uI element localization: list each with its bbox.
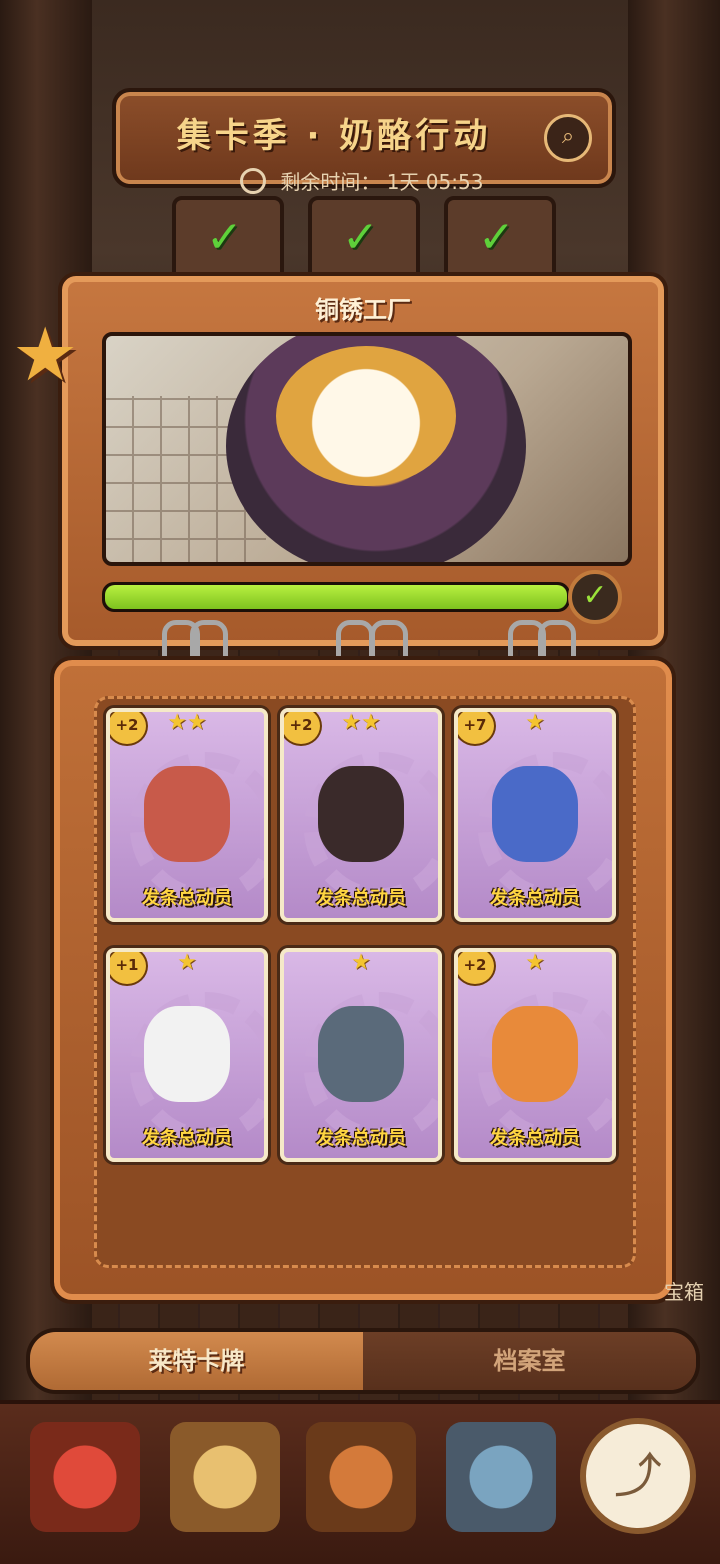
tab-archive[interactable]: 档案室 [363,1332,696,1390]
collect-card[interactable]: ★ +2 发条总动员 [454,948,616,1162]
share-icon[interactable]: ⤴ [580,1418,696,1534]
card-duplicate-badge: +1 [110,952,148,986]
star-icon: ★ [12,312,79,398]
card-duplicate-badge: +2 [110,712,148,746]
side-label[interactable]: 宝箱 [664,1276,704,1305]
nav-item-4[interactable] [446,1422,556,1532]
card-name: 发条总动员 [490,1128,580,1149]
check-icon: ✓ [206,212,243,263]
card-stars: ★ [351,950,371,975]
page-title: 集卡季 · 奶酪行动 [176,116,492,156]
card-character-art [492,1006,578,1102]
card-character-art [492,766,578,862]
card-name: 发条总动员 [316,1128,406,1149]
character-face [276,346,456,486]
card-name: 发条总动员 [490,888,580,909]
complete-check-icon[interactable]: ✓ [568,570,622,624]
search-icon[interactable]: ⌕ [544,114,592,162]
nav-item-3[interactable] [306,1422,416,1532]
timer-label: 剩余时间： [280,170,381,194]
card-duplicate-badge: +2 [458,952,496,986]
card-character-art [318,1006,404,1102]
nav-item-1[interactable] [30,1422,140,1532]
card-duplicate-badge: +7 [458,712,496,746]
collect-card[interactable]: ★ +7 发条总动员 [454,708,616,922]
album-progress-fill [105,585,567,609]
card-name: 发条总动员 [142,1128,232,1149]
collect-card[interactable]: ★ 发条总动员 [280,948,442,1162]
clock-icon [240,168,266,194]
nav-item-2[interactable] [170,1422,280,1532]
tab-bar: 莱特卡牌 档案室 [26,1328,700,1394]
card-character-art [318,766,404,862]
card-character-art [144,1006,230,1102]
collect-card[interactable]: ★★ +2 发条总动员 [280,708,442,922]
album-progress-bar [102,582,570,612]
card-duplicate-badge: +2 [284,712,322,746]
check-icon: ✓ [478,212,515,263]
check-icon: ✓ [342,212,379,263]
timer-value: 1天 05:53 [386,170,484,194]
event-timer: 剩余时间： 1天 05:53 [240,166,483,195]
collect-card[interactable]: ★★ +2 发条总动员 [106,708,268,922]
card-name: 发条总动员 [142,888,232,909]
card-character-art [144,766,230,862]
tab-light-cards[interactable]: 莱特卡牌 [30,1332,363,1390]
album-illustration [102,332,632,566]
card-name: 发条总动员 [316,888,406,909]
collect-card[interactable]: ★ +1 发条总动员 [106,948,268,1162]
album-title: 铜锈工厂 [315,296,411,324]
featured-album-panel: 铜锈工厂 ✓ [58,272,668,650]
